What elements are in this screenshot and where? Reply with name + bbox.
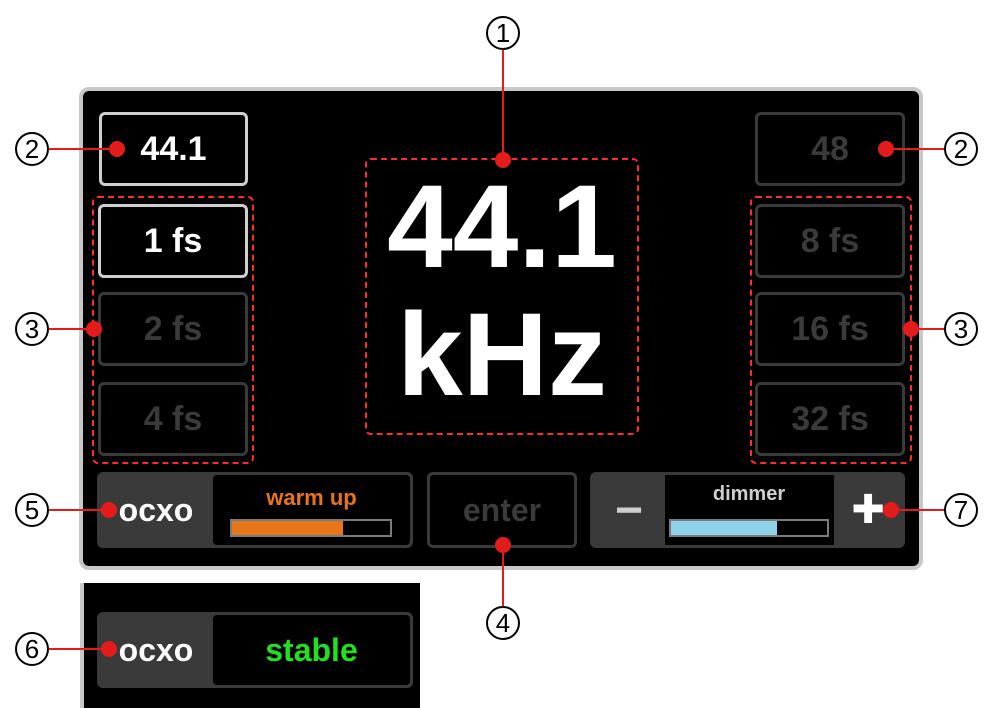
callout-2-left-dot xyxy=(109,141,125,157)
callout-6-line xyxy=(48,648,108,650)
stable-label: stable xyxy=(213,615,410,685)
callout-3-left-dot xyxy=(86,321,102,337)
dimmer-level-bar[interactable] xyxy=(669,519,829,537)
callout-1: 1 xyxy=(486,16,520,50)
callout-7-dot xyxy=(883,502,899,518)
callout-1-line xyxy=(502,50,504,160)
callout-2-right: 2 xyxy=(944,132,978,166)
warmup-progress-bar xyxy=(230,519,392,537)
dimmer-level-fill xyxy=(671,521,778,535)
callout-5-line xyxy=(48,509,108,511)
highlight-left-multipliers xyxy=(92,196,254,464)
callout-3-right: 3 xyxy=(944,312,978,346)
callout-3-left: 3 xyxy=(15,312,49,346)
callout-4-dot xyxy=(495,537,511,553)
callout-4-line xyxy=(502,545,504,610)
callout-6-dot xyxy=(101,641,117,657)
callout-2-left-line xyxy=(48,148,116,150)
callout-5-dot xyxy=(101,502,117,518)
warmup-panel: warm up xyxy=(213,475,410,545)
callout-4: 4 xyxy=(486,606,520,640)
dimmer-minus-button[interactable]: − xyxy=(593,475,665,545)
ocxo-status-stable: ocxo stable xyxy=(97,612,413,688)
callout-2-left: 2 xyxy=(15,132,49,166)
callout-5: 5 xyxy=(15,493,49,527)
ocxo-status-warmup: ocxo warm up xyxy=(97,472,413,548)
highlight-frequency xyxy=(365,158,639,435)
callout-6: 6 xyxy=(15,632,49,666)
callout-1-dot xyxy=(495,152,511,168)
warmup-progress-fill xyxy=(232,521,343,535)
dimmer-control: − dimmer ✚ xyxy=(590,472,905,548)
callout-2-right-dot xyxy=(878,141,894,157)
callout-7: 7 xyxy=(944,493,978,527)
callout-2-right-line xyxy=(885,148,945,150)
highlight-right-multipliers xyxy=(750,196,912,464)
dimmer-label: dimmer xyxy=(712,483,786,505)
warmup-label: warm up xyxy=(266,485,357,510)
callout-3-right-dot xyxy=(903,321,919,337)
